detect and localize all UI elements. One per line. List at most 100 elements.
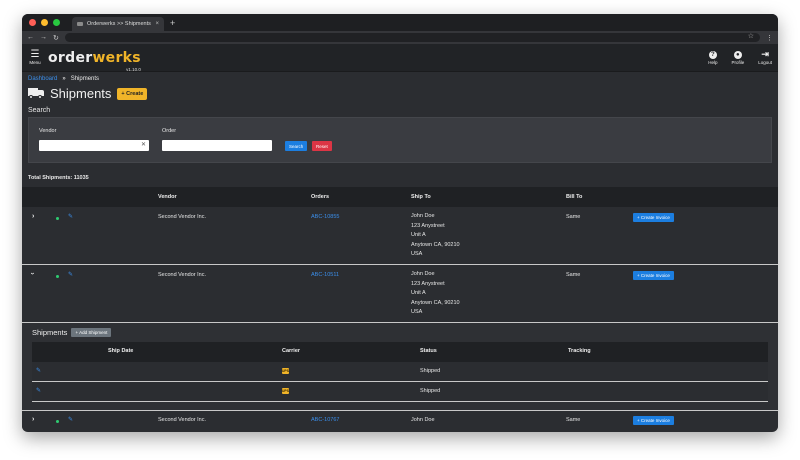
user-icon: ● xyxy=(733,50,742,59)
browser-tab[interactable]: Orderwerks >> Shipments × xyxy=(72,17,164,31)
logo-prefix: order xyxy=(48,49,93,66)
edit-pencil-icon[interactable]: ✎ xyxy=(36,367,41,374)
sub-table-header: Ship Date Carrier Status Tracking xyxy=(32,342,768,362)
logo-suffix: werks xyxy=(92,49,141,66)
header-status: Status xyxy=(420,348,437,354)
logout-label: Logout xyxy=(758,59,772,65)
row-order-link[interactable]: ABC-10855 xyxy=(311,214,339,220)
vendor-label: Vendor xyxy=(39,128,57,134)
app-version: v1.10.0 xyxy=(126,66,141,72)
reload-icon[interactable]: ↻ xyxy=(53,34,59,42)
profile-label: Profile xyxy=(731,59,745,65)
breadcrumb-dashboard-link[interactable]: Dashboard xyxy=(28,76,57,82)
browser-tabbar: Orderwerks >> Shipments × + xyxy=(22,14,778,31)
header-carrier: Carrier xyxy=(282,348,301,354)
browser-menu-icon[interactable]: ⋮ xyxy=(766,34,773,42)
logout-icon: ⇥ xyxy=(761,49,769,59)
row-vendor: Second Vendor Inc. xyxy=(158,214,207,220)
new-tab-button[interactable]: + xyxy=(170,18,175,28)
edit-pencil-icon[interactable]: ✎ xyxy=(68,416,73,423)
search-button[interactable]: Search xyxy=(285,141,308,151)
header-bill-to: Bill To xyxy=(566,194,583,200)
subsection-title: Shipments xyxy=(32,328,68,337)
create-invoice-button[interactable]: + Create Invoice xyxy=(633,416,674,425)
app-logo[interactable]: orderwerks v1.10.0 xyxy=(48,49,141,72)
bookmark-star-icon[interactable]: ☆ xyxy=(748,32,754,40)
create-invoice-button[interactable]: + Create Invoice xyxy=(633,271,674,280)
app-header: ☰ Menu orderwerks v1.10.0 ? Help ● Profi… xyxy=(22,44,778,72)
shipments-subsection: Shipments + Add Shipment Ship Date Carri… xyxy=(22,323,778,411)
collapse-chevron-down-icon[interactable]: › xyxy=(29,272,36,274)
expand-chevron-right-icon[interactable]: › xyxy=(32,213,34,220)
row-vendor: Second Vendor Inc. xyxy=(158,417,207,423)
profile-button[interactable]: ● Profile xyxy=(731,50,745,65)
row-bill-to: Same xyxy=(566,417,581,423)
page-title: Shipments xyxy=(50,86,112,101)
shipment-status: Shipped xyxy=(420,368,441,374)
edit-pencil-icon[interactable]: ✎ xyxy=(68,213,73,220)
sub-table-row: ✎ UPS Shipped xyxy=(32,382,768,402)
tab-title: Orderwerks >> Shipments xyxy=(87,21,151,27)
browser-window: Orderwerks >> Shipments × + ← → ↻ ☆ ⋮ ☰ … xyxy=(22,14,778,432)
maximize-window-button[interactable] xyxy=(53,19,60,26)
create-invoice-button[interactable]: + Create Invoice xyxy=(633,213,674,222)
close-window-button[interactable] xyxy=(29,19,36,26)
breadcrumb-separator: » xyxy=(62,76,66,82)
order-label: Order xyxy=(162,128,177,134)
clear-vendor-icon[interactable]: ✕ xyxy=(141,141,146,148)
expand-chevron-right-icon[interactable]: › xyxy=(32,416,34,423)
table-header: Vendor Orders Ship To Bill To xyxy=(22,187,778,207)
status-dot-icon xyxy=(56,217,59,220)
forward-icon[interactable]: → xyxy=(40,34,47,41)
row-bill-to: Same xyxy=(566,272,581,278)
table-row: › ✎ Second Vendor Inc. ABC-10855 John Do… xyxy=(22,207,778,265)
search-panel: Vendor ✕ Order Search Reset xyxy=(28,117,772,163)
shipment-status: Shipped xyxy=(420,388,441,394)
hamburger-icon: ☰ xyxy=(30,49,40,60)
reset-button[interactable]: Reset xyxy=(312,141,332,151)
header-ship-to: Ship To xyxy=(411,194,431,200)
table-row: › ✎ Second Vendor Inc. ABC-10767 John Do… xyxy=(22,411,778,431)
edit-pencil-icon[interactable]: ✎ xyxy=(68,271,73,278)
menu-label: Menu xyxy=(29,60,41,65)
header-orders: Orders xyxy=(311,194,330,200)
tab-close-icon[interactable]: × xyxy=(155,21,159,27)
address-toolbar: ← → ↻ ☆ ⋮ xyxy=(22,31,778,44)
sub-shipments-table: Ship Date Carrier Status Tracking ✎ UPS … xyxy=(32,342,768,402)
shipments-table: Vendor Orders Ship To Bill To › ✎ Second… xyxy=(22,187,778,431)
total-shipments: Total Shipments: 11035 xyxy=(28,175,89,181)
favicon-icon xyxy=(77,22,83,26)
window-controls xyxy=(29,19,60,26)
table-row: › ✎ Second Vendor Inc. ABC-10511 John Do… xyxy=(22,265,778,323)
back-icon[interactable]: ← xyxy=(27,34,34,41)
order-input[interactable] xyxy=(162,140,272,151)
edit-pencil-icon[interactable]: ✎ xyxy=(36,387,41,394)
main-content: Dashboard » Shipments Shipments + Create… xyxy=(22,72,778,431)
search-heading: Search xyxy=(28,107,51,114)
help-button[interactable]: ? Help xyxy=(708,50,718,65)
address-input[interactable]: ☆ xyxy=(64,32,760,42)
add-shipment-button[interactable]: + Add Shipment xyxy=(71,328,112,337)
vendor-input[interactable]: ✕ xyxy=(39,140,149,151)
header-tracking: Tracking xyxy=(568,348,591,354)
breadcrumb-current: Shipments xyxy=(70,76,100,82)
ups-icon: UPS xyxy=(281,368,290,374)
header-vendor: Vendor xyxy=(158,194,177,200)
row-bill-to: Same xyxy=(566,214,581,220)
row-order-link[interactable]: ABC-10511 xyxy=(311,272,339,278)
minimize-window-button[interactable] xyxy=(41,19,48,26)
header-ship-date: Ship Date xyxy=(108,348,134,354)
help-icon: ? xyxy=(708,50,717,59)
row-ship-to: John Doe 123 Anystreet Unit A Anytown CA… xyxy=(411,213,460,257)
row-ship-to: John Doe xyxy=(411,417,435,423)
ups-icon: UPS xyxy=(281,388,290,394)
menu-button[interactable]: ☰ Menu xyxy=(28,49,42,66)
row-order-link[interactable]: ABC-10767 xyxy=(311,417,339,423)
breadcrumb: Dashboard » Shipments xyxy=(28,76,772,82)
sub-table-row: ✎ UPS Shipped xyxy=(32,362,768,382)
help-label: Help xyxy=(708,59,718,65)
create-shipment-button[interactable]: + Create xyxy=(117,87,148,100)
logout-button[interactable]: ⇥ Logout xyxy=(758,49,772,65)
truck-icon xyxy=(28,88,44,99)
status-dot-icon xyxy=(56,275,59,278)
